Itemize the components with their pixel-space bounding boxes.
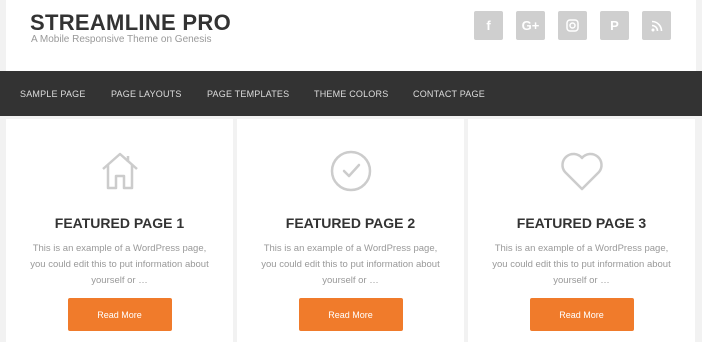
read-more-button[interactable]: Read More	[529, 298, 634, 331]
nav-item-page-templates[interactable]: PAGE TEMPLATES	[207, 89, 289, 99]
facebook-icon[interactable]: f	[474, 11, 503, 40]
check-circle-icon[interactable]	[329, 149, 373, 198]
site-header: STREAMLINE PRO A Mobile Responsive Theme…	[6, 0, 696, 71]
site-description: A Mobile Responsive Theme on Genesis	[31, 34, 212, 45]
card-excerpt: This is an example of a WordPress page, …	[30, 243, 209, 286]
read-more-button[interactable]: Read More	[67, 298, 172, 331]
main-navigation: SAMPLE PAGE PAGE LAYOUTS PAGE TEMPLATES …	[0, 71, 702, 116]
card-excerpt: This is an example of a WordPress page, …	[261, 243, 440, 286]
nav-item-theme-colors[interactable]: THEME COLORS	[314, 89, 388, 99]
card-excerpt: This is an example of a WordPress page, …	[492, 243, 671, 286]
card-title[interactable]: FEATURED PAGE 2	[237, 215, 464, 231]
read-more-button[interactable]: Read More	[298, 298, 403, 331]
nav-item-contact-page[interactable]: CONTACT PAGE	[413, 89, 485, 99]
social-icons: f G+ P	[474, 11, 671, 40]
pinterest-icon[interactable]: P	[600, 11, 629, 40]
heart-icon[interactable]	[558, 149, 606, 198]
home-icon[interactable]	[98, 149, 142, 198]
instagram-icon[interactable]	[558, 11, 587, 40]
card-title[interactable]: FEATURED PAGE 3	[468, 215, 695, 231]
nav-item-page-layouts[interactable]: PAGE LAYOUTS	[111, 89, 182, 99]
rss-icon[interactable]	[642, 11, 671, 40]
nav-item-sample-page[interactable]: SAMPLE PAGE	[20, 89, 86, 99]
site-title[interactable]: STREAMLINE PRO	[30, 10, 231, 36]
featured-card: FEATURED PAGE 1 This is an example of a …	[6, 119, 233, 342]
card-title[interactable]: FEATURED PAGE 1	[6, 215, 233, 231]
featured-card: FEATURED PAGE 2 This is an example of a …	[237, 119, 464, 342]
featured-pages: FEATURED PAGE 1 This is an example of a …	[0, 116, 702, 342]
google-plus-icon[interactable]: G+	[516, 11, 545, 40]
featured-card: FEATURED PAGE 3 This is an example of a …	[468, 119, 695, 342]
